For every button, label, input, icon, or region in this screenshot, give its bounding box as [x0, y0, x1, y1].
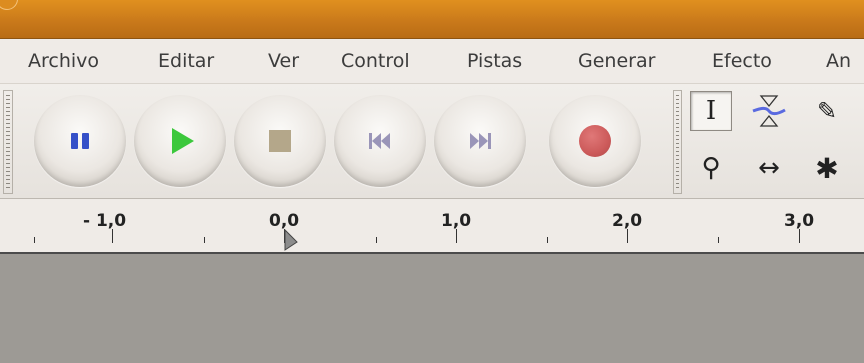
draw-tool-button[interactable]: ✎	[806, 91, 848, 131]
ruler-tick	[547, 237, 548, 243]
multi-tool-icon: ✱	[815, 151, 839, 185]
play-button[interactable]	[134, 95, 226, 187]
title-bar	[0, 0, 864, 39]
timeline-ruler[interactable]: - 1,0 0,0 1,0 2,0 3,0	[0, 199, 864, 254]
ruler-tick	[34, 237, 35, 243]
selection-tool-button[interactable]: I	[690, 91, 732, 131]
menu-efecto[interactable]: Efecto	[712, 50, 772, 72]
menu-pistas[interactable]: Pistas	[467, 50, 522, 72]
stop-icon	[269, 130, 291, 152]
ruler-label: 3,0	[784, 211, 815, 231]
menu-control[interactable]: Control	[341, 50, 410, 72]
zoom-icon: ⚲	[701, 153, 721, 183]
envelope-icon	[752, 95, 786, 127]
play-icon	[172, 128, 194, 154]
menu-editar[interactable]: Editar	[158, 50, 214, 72]
ruler-tick	[627, 229, 628, 243]
time-shift-tool-button[interactable]: ↔	[748, 148, 790, 188]
pause-button[interactable]	[34, 95, 126, 187]
i-beam-icon: I	[705, 96, 717, 126]
menu-analizar[interactable]: An	[826, 50, 851, 72]
record-button[interactable]	[549, 95, 641, 187]
record-icon	[579, 125, 611, 157]
multi-tool-button[interactable]: ✱	[806, 148, 848, 188]
menu-ver[interactable]: Ver	[268, 50, 299, 72]
ruler-tick	[376, 237, 377, 243]
skip-to-start-button[interactable]	[334, 95, 426, 187]
ruler-label: 1,0	[441, 211, 472, 231]
menu-archivo[interactable]: Archivo	[28, 50, 99, 72]
envelope-tool-button[interactable]	[748, 91, 790, 131]
skip-to-end-button[interactable]	[434, 95, 526, 187]
ruler-tick	[799, 229, 800, 243]
ruler-tick	[204, 237, 205, 243]
time-shift-icon: ↔	[758, 153, 780, 183]
stop-button[interactable]	[234, 95, 326, 187]
toolbar-grip-handle[interactable]	[3, 90, 13, 194]
ruler-tick	[112, 229, 113, 243]
pencil-icon: ✎	[816, 97, 838, 125]
menu-bar: Archivo Editar Ver Control Pistas Genera…	[0, 39, 864, 84]
ruler-label: - 1,0	[83, 211, 127, 231]
ruler-label: 2,0	[612, 211, 643, 231]
track-area[interactable]	[0, 254, 864, 363]
ruler-tick	[456, 229, 457, 243]
skip-start-icon	[369, 133, 390, 149]
window-control-icon[interactable]	[0, 0, 18, 10]
ruler-label: 0,0	[269, 211, 300, 231]
playhead-marker-icon[interactable]	[284, 229, 298, 251]
pause-icon	[71, 133, 89, 149]
toolbar: I ✎ ⚲ ↔ ✱	[0, 84, 864, 199]
zoom-tool-button[interactable]: ⚲	[690, 148, 732, 188]
ruler-tick	[718, 237, 719, 243]
menu-generar[interactable]: Generar	[578, 50, 655, 72]
skip-end-icon	[470, 133, 491, 149]
tools-grip-handle[interactable]	[673, 90, 682, 194]
